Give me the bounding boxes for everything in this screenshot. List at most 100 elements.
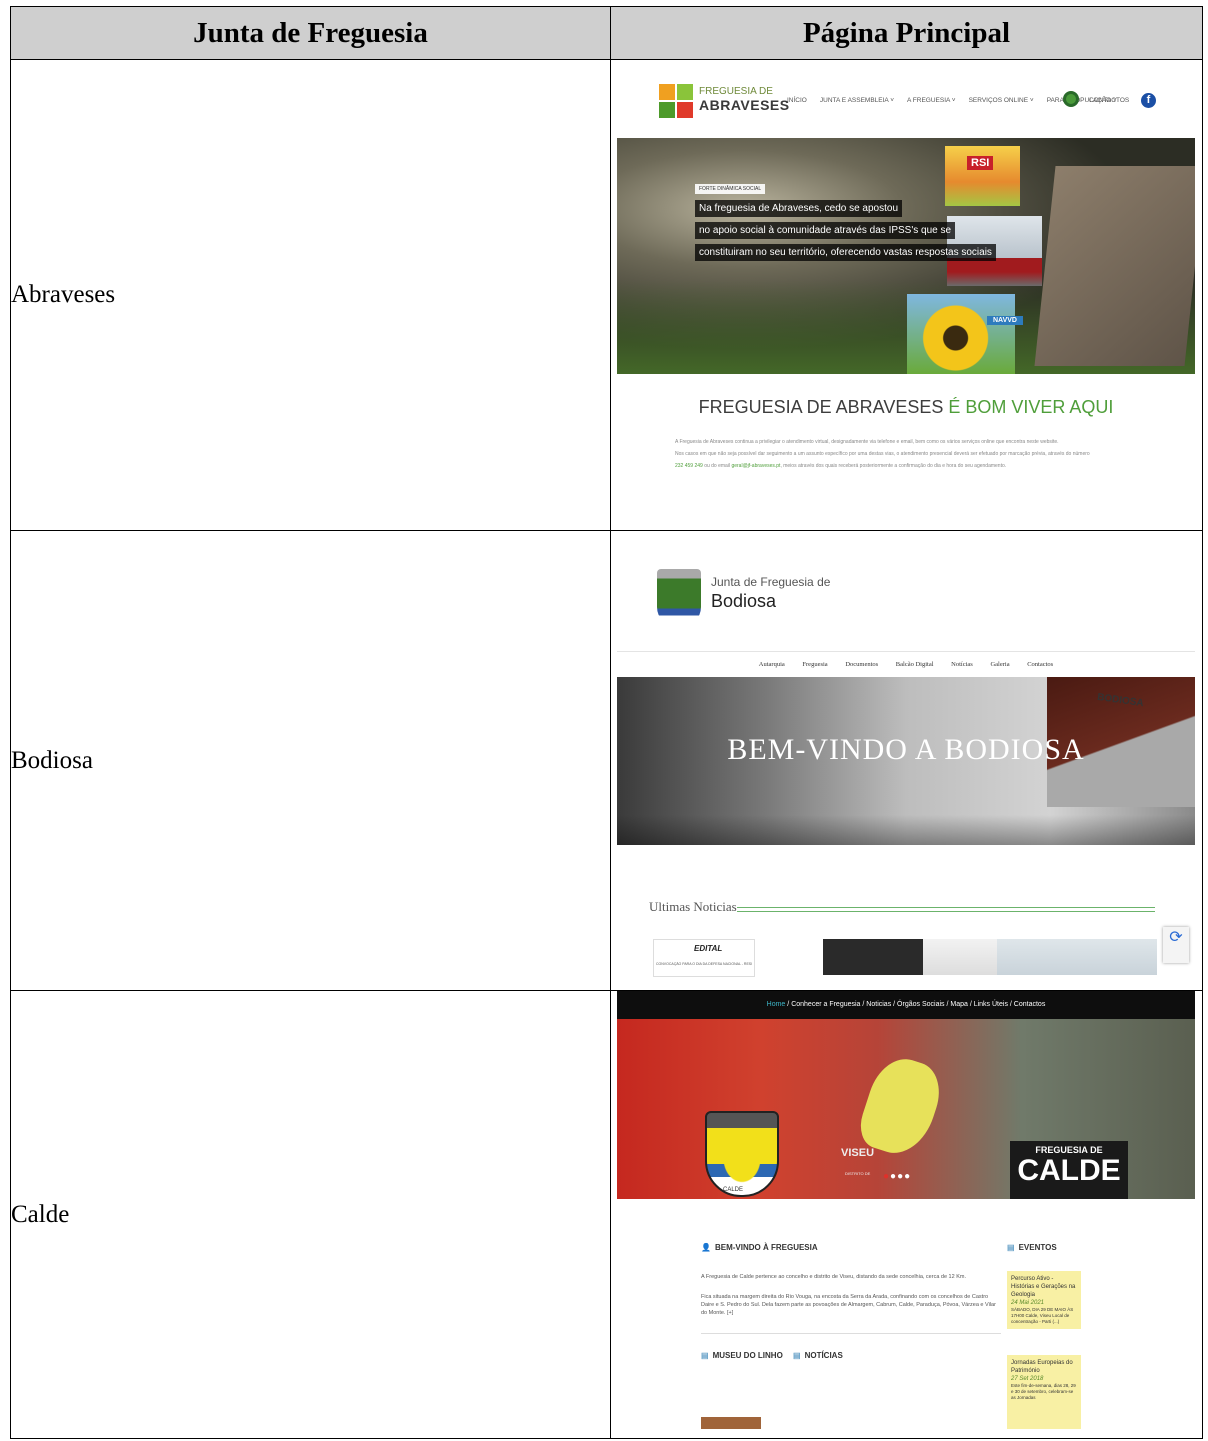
calde-crest-icon [705,1111,779,1197]
calde-welcome-heading: 👤 BEM-VINDO À FREGUESIA [701,1243,818,1252]
bodiosa-news-rule [737,907,1155,912]
calde-nav-home[interactable]: Home [767,1001,786,1008]
bodiosa-menu-item[interactable]: Balcão Digital [896,661,934,668]
calde-museu-heading[interactable]: ▤ MUSEU DO LINHO [701,1351,783,1360]
calde-noticias-heading[interactable]: ▤ NOTÍCIAS [793,1351,843,1360]
calde-events-heading-text: EVENTOS [1018,1243,1057,1252]
calde-crest-label: CALDE [723,1187,744,1193]
abraveses-menu-item[interactable]: INÍCIO [787,97,807,104]
abraveses-hero-caption-1: Na freguesia de Abraveses, cedo se apost… [695,200,903,217]
bodiosa-card-sub: CONVOCAÇÃO PARA O DIA DA DEFESA NACIONAL… [656,962,752,966]
abraveses-section-title: FREGUESIA DE ABRAVESES É BOM VIVER AQUI [617,397,1195,418]
bodiosa-news-card[interactable] [997,939,1157,975]
abraveses-menu-contactos[interactable]: CONTACTOS [1089,97,1129,104]
abraveses-title-accent: É BOM VIVER AQUI [948,397,1114,417]
calde-event-text: Este fim-de-semana, dias 28, 29 e 30 de … [1011,1383,1076,1400]
bodiosa-menu-item[interactable]: Freguesia [802,661,827,668]
calde-para-2: Fica situada na margem direita do Rio Vo… [701,1294,996,1316]
bodiosa-title-big: Bodiosa [711,591,777,611]
abraveses-hero-tag: FORTE DINÂMICA SOCIAL [695,184,766,194]
abraveses-logo-big: ABRAVESES [699,97,790,113]
abraveses-para-3b: , meios através dos quais receberá poste… [780,463,1007,469]
recaptcha-icon[interactable]: ⟳ [1163,927,1189,963]
abraveses-para-2: Nos casos em que não seja possível dar s… [675,451,1090,457]
document-icon: ▤ [793,1351,801,1360]
bodiosa-menu-item[interactable]: Notícias [951,661,973,668]
rsi-label: RSI [967,156,994,170]
calde-navbar: Home / Conhecer a Freguesia / Noticias /… [617,991,1195,1019]
calde-brand-big: CALDE [1017,1154,1121,1187]
calde-event-date: 27 Set 2018 [1011,1376,1044,1382]
calde-hero: DISTRITO DE VISEU ●●●● FREGUESIA DE CALD… [617,1019,1195,1199]
calde-nav-item[interactable]: Órgãos Sociais [897,1001,944,1008]
abraveses-hero-caption-2: no apoio social à comunidade através das… [695,222,956,239]
abraveses-hero-caption-3: constituiram no seu território, oferecen… [695,244,996,261]
navvd-label: NAVVD [987,316,1023,325]
bodiosa-menu-item[interactable]: Autarquia [759,661,785,668]
calde-museu-thumb[interactable] [701,1417,761,1429]
calde-event-card[interactable]: Jornadas Europeias do Património 27 Set … [1007,1355,1081,1429]
calde-divider [701,1333,1001,1334]
abraveses-hero-rock [1034,166,1195,366]
bodiosa-divider [617,651,1195,652]
abraveses-rsi-tile: RSI [945,146,1020,206]
abraveses-menu-item[interactable]: A FREGUESIA ˅ [907,97,956,104]
abraveses-page: FREGUESIA DE ABRAVESES INÍCIO JUNTA E AS… [617,66,1195,524]
calde-event-title: Jornadas Europeias do Património [1011,1360,1073,1374]
calde-page: Home / Conhecer a Freguesia / Noticias /… [617,991,1195,1429]
row-name-calde: Calde [10,990,611,1439]
bodiosa-news-heading: Ultimas Noticias [649,899,737,914]
abraveses-logo-small: FREGUESIA DE [699,86,773,97]
bodiosa-page: Junta de Freguesia de Bodiosa Autarquia … [617,553,1195,980]
calde-museu-heading-text: MUSEU DO LINHO [712,1351,783,1360]
abraveses-navbar: FREGUESIA DE ABRAVESES INÍCIO JUNTA E AS… [617,66,1195,138]
calde-brand-box: FREGUESIA DE CALDE [1010,1141,1128,1199]
calde-nav-item[interactable]: Links Úteis [974,1001,1008,1008]
bodiosa-news-card[interactable] [823,939,923,975]
calde-viseu: VISEU [841,1147,875,1159]
abraveses-menu-item[interactable]: JUNTA E ASSEMBLEIA ˅ [820,97,894,104]
bodiosa-menu: Autarquia Freguesia Documentos Balcão Di… [617,661,1195,668]
calendar-icon: ▤ [1007,1243,1015,1252]
header-junta: Junta de Freguesia [10,6,611,60]
abraveses-phone[interactable]: 232 459 249 [675,463,703,469]
bodiosa-menu-item[interactable]: Documentos [845,661,878,668]
abraveses-logo-icon [659,84,693,118]
calde-event-text: SÁBADO, DIA 29 DE MAIO ÀS 17H00 Calde, V… [1011,1307,1074,1324]
calde-welcome-heading-text: BEM-VINDO À FREGUESIA [714,1243,818,1252]
abraveses-para-1: A Freguesia de Abraveses continua a priv… [675,439,1059,445]
abraveses-menu-item[interactable]: SERVIÇOS ONLINE ˅ [969,97,1034,104]
bodiosa-welcome-text: BEM-VINDO A BODIOSA [727,733,1085,766]
abraveses-email[interactable]: geral@jf-abraveses.pt [731,463,780,469]
calde-events-heading: ▤ EVENTOS [1007,1243,1057,1252]
screenshot-calde: Home / Conhecer a Freguesia / Noticias /… [610,990,1203,1439]
bodiosa-card-title: EDITAL [694,944,723,953]
document-icon: ▤ [701,1351,709,1360]
calde-nav-item[interactable]: Mapa [950,1001,968,1008]
bodiosa-menu-item[interactable]: Contactos [1027,661,1053,668]
abraveses-sunflower-tile [907,294,1015,374]
abraveses-title-main: FREGUESIA DE ABRAVESES [698,397,949,417]
row-name-bodiosa: Bodiosa [10,530,611,991]
calde-nav-item[interactable]: Conhecer a Freguesia [791,1001,860,1008]
abraveses-para-3a: ou do email [702,463,732,469]
comparison-table: Junta de Freguesia Página Principal Abra… [10,6,1203,1439]
calde-event-title: Percurso Ativo - Histórias e Gerações na… [1011,1276,1076,1298]
bodiosa-news-card[interactable]: EDITAL CONVOCAÇÃO PARA O DIA DA DEFESA N… [653,939,755,977]
user-icon: 👤 [701,1243,711,1252]
calde-nav-item[interactable]: Noticias [866,1001,891,1008]
search-icon[interactable] [1063,91,1079,107]
calde-event-card[interactable]: Percurso Ativo - Histórias e Gerações na… [1007,1271,1081,1329]
calde-map-shape [853,1050,949,1163]
calde-event-date: 24 Mai 2021 [1011,1300,1045,1306]
screenshot-bodiosa: Junta de Freguesia de Bodiosa Autarquia … [610,530,1203,991]
bodiosa-menu-item[interactable]: Galeria [990,661,1009,668]
calde-nav-item[interactable]: Contactos [1014,1001,1046,1008]
header-pagina: Página Principal [610,6,1203,60]
row-name-abraveses: Abraveses [10,59,611,531]
carousel-dots[interactable]: ●●●● [883,1171,911,1182]
bodiosa-crest-icon [657,569,701,627]
facebook-icon[interactable]: f [1141,93,1156,108]
bodiosa-title-small: Junta de Freguesia de [711,575,831,589]
calde-para-1: A Freguesia de Calde pertence ao concelh… [701,1274,966,1280]
